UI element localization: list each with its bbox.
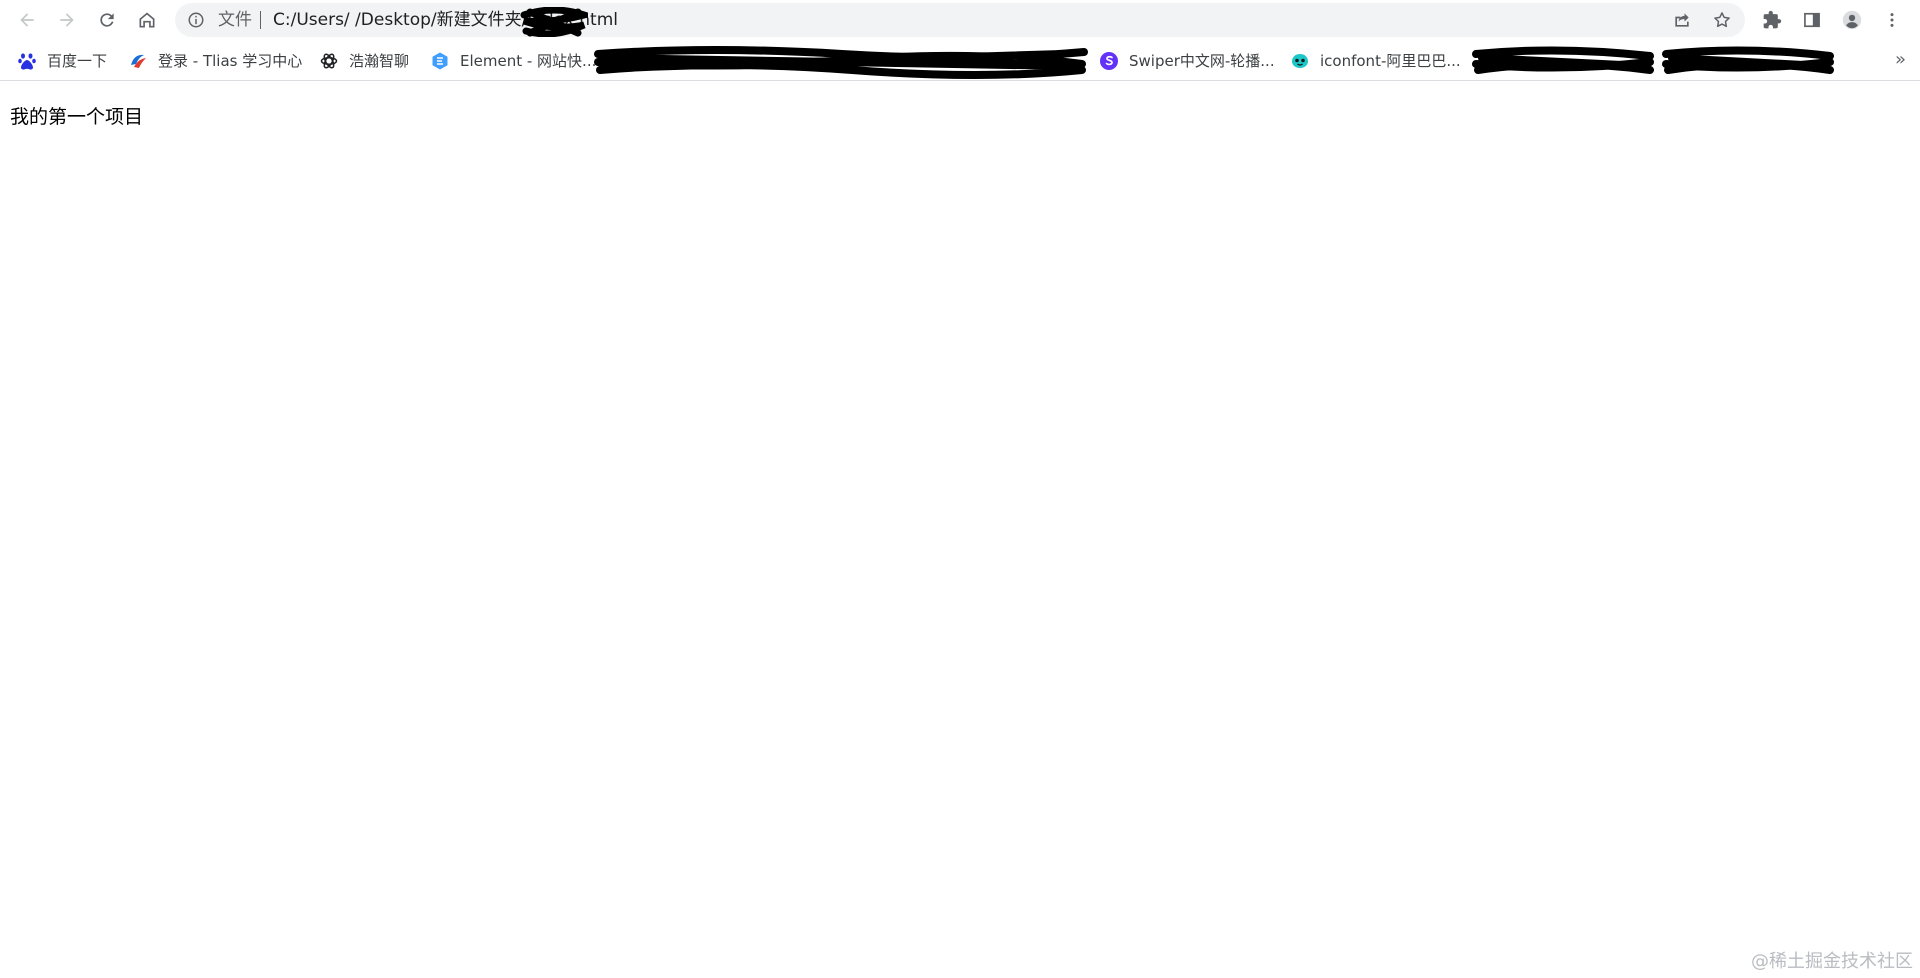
- redaction-scribble: [520, 7, 588, 37]
- redaction-scribble: [1662, 46, 1834, 74]
- puzzle-icon: [1763, 10, 1782, 29]
- bookmark-label: 浩瀚智聊: [349, 52, 410, 70]
- reload-icon: [100, 13, 114, 27]
- star-icon: [1714, 12, 1730, 28]
- omnibox-divider: [260, 11, 261, 29]
- baidu-paw-icon: [17, 51, 37, 71]
- watermark-text: @稀土掘金技术社区: [1751, 951, 1913, 972]
- tlias-logo-icon: [128, 51, 148, 71]
- home-icon: [139, 12, 155, 28]
- share-button[interactable]: [1670, 8, 1694, 32]
- home-button[interactable]: [129, 2, 165, 38]
- bookmark-label: Swiper中文网-轮播...: [1129, 52, 1275, 70]
- bookmark-star-button[interactable]: [1710, 8, 1734, 32]
- page-heading: 我的第一个项目: [10, 106, 144, 128]
- side-panel-icon: [1804, 12, 1820, 28]
- openai-logo-icon: [319, 51, 339, 71]
- bookmark-swiper[interactable]: Swiper中文网-轮播...: [1099, 49, 1275, 73]
- bookmark-haohan[interactable]: 浩瀚智聊: [319, 49, 409, 73]
- side-panel-button[interactable]: [1794, 2, 1830, 38]
- more-vertical-icon: [1890, 13, 1894, 27]
- info-icon[interactable]: [187, 11, 205, 29]
- bookmark-element[interactable]: Element - 网站快...: [430, 49, 596, 73]
- back-button[interactable]: [9, 2, 45, 38]
- bookmark-iconfont[interactable]: iconfont-阿里巴巴...: [1290, 49, 1461, 73]
- bookmark-label: 登录 - Tlias 学习中心: [158, 52, 303, 70]
- reload-button[interactable]: [89, 2, 125, 38]
- profile-button[interactable]: [1834, 2, 1870, 38]
- address-bar[interactable]: 文件 C:/Users/ /Desktop/新建文件夹/index.html: [175, 3, 1745, 37]
- bookmarks-overflow-button[interactable]: »: [1895, 50, 1906, 70]
- browser-toolbar: 文件 C:/Users/ /Desktop/新建文件夹/index.html: [0, 0, 1920, 40]
- bookmark-label: iconfont-阿里巴巴...: [1320, 52, 1461, 70]
- arrow-left-icon: [20, 13, 34, 27]
- bookmark-tlias[interactable]: 登录 - Tlias 学习中心: [128, 49, 302, 73]
- swiper-logo-icon: [1099, 51, 1119, 71]
- forward-button[interactable]: [49, 2, 85, 38]
- bookmark-label: 百度一下: [47, 52, 108, 70]
- browser-window: 文件 C:/Users/ /Desktop/新建文件夹/index.html 百…: [0, 0, 1920, 978]
- redaction-scribble: [594, 46, 1088, 79]
- scheme-label: 文件: [218, 10, 252, 30]
- bookmarks-bar: 百度一下 登录 - Tlias 学习中心 浩瀚智聊 Element - 网站快.…: [0, 42, 1920, 81]
- menu-button[interactable]: [1874, 2, 1910, 38]
- element-logo-icon: [430, 51, 450, 71]
- iconfont-logo-icon: [1290, 51, 1310, 71]
- share-icon: [1675, 13, 1689, 27]
- bookmark-label: Element - 网站快...: [460, 52, 597, 70]
- arrow-right-icon: [60, 13, 74, 27]
- bookmark-baidu[interactable]: 百度一下: [17, 49, 107, 73]
- redaction-scribble: [1472, 46, 1654, 74]
- extensions-button[interactable]: [1754, 2, 1790, 38]
- avatar-icon: [1842, 10, 1862, 30]
